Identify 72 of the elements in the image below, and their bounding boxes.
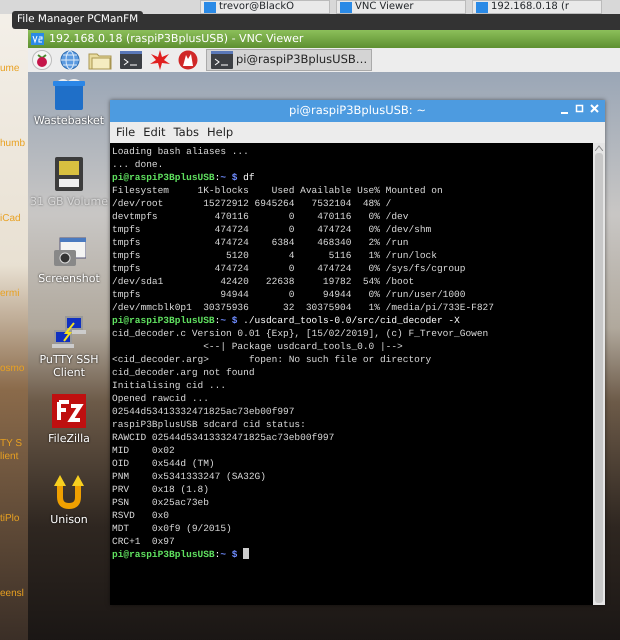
memory-card-icon[interactable] <box>55 157 83 191</box>
window-title: pi@raspiP3BplusUSB: ~ <box>289 102 426 120</box>
desktop-icon-label[interactable]: FileZilla <box>29 432 109 445</box>
desktop-icon-label: humb <box>0 137 26 150</box>
output-line: devtmpfs 470116 0 470116 0% /dev <box>112 210 410 223</box>
burst-icon[interactable] <box>150 50 170 70</box>
app-logo-icon <box>31 33 44 45</box>
close-icon[interactable] <box>590 103 599 115</box>
output-line: OID 0x544d (TM) <box>112 457 216 470</box>
output-line: /dev/sda1 42420 22638 19782 54% /boot <box>112 275 416 288</box>
terminal-icon <box>211 51 233 69</box>
scrollbar[interactable] <box>593 143 605 605</box>
filezilla-logo-icon[interactable] <box>52 394 86 428</box>
output-line: tmpfs 94944 0 94944 0% /run/user/1000 <box>112 288 466 301</box>
output-line: Initialising cid ... <box>112 379 228 392</box>
maximize-icon[interactable] <box>575 103 584 115</box>
scroll-up-icon[interactable] <box>595 145 603 151</box>
output-line: PSN 0x25ac73eb <box>112 496 210 509</box>
output-line: raspiP3BplusUSB sdcard cid status: <box>112 418 307 431</box>
desktop-icon-label: eensl <box>0 587 24 600</box>
scrollbar-thumb[interactable] <box>595 153 603 603</box>
menu-item[interactable]: Help <box>207 124 234 142</box>
u-arrows-icon[interactable] <box>54 473 84 509</box>
output-line: MID 0x02 <box>112 444 176 457</box>
desktop-icon-label: iCad <box>0 212 21 225</box>
networked-computers-icon[interactable] <box>52 315 86 349</box>
taskbar-button[interactable]: VNC Viewer <box>336 0 466 14</box>
output-line: PNM 0x5341333247 (SA32G) <box>112 470 267 483</box>
output-line: MDT 0x0f9 (9/2015) <box>112 522 233 535</box>
output-line: tmpfs 5120 4 5116 1% /run/lock <box>112 249 438 262</box>
raspberry-icon[interactable] <box>32 50 52 70</box>
desktop-icon-label: tiPlo <box>0 512 20 525</box>
prompt-line: pi@raspiP3BplusUSB:~ $ ./usdcard_tools-0.0/src/cid_decoder -X <box>112 314 461 327</box>
output-line: tmpfs 474724 0 474724 0% /dev/shm <box>112 223 432 236</box>
trash-icon[interactable] <box>52 78 86 110</box>
output-line: tmpfs 474724 6384 468340 2% /run <box>112 236 410 249</box>
desktop-icon-label: ume <box>0 62 20 75</box>
menu-item[interactable]: Tabs <box>174 124 199 142</box>
output-line: PRV 0x18 (1.8) <box>112 483 210 496</box>
output-line: Filesystem 1K-blocks Used Available Use% Mounted on <box>112 184 444 197</box>
desktop-icon-label: ermi <box>0 287 20 300</box>
output-line: cid_decoder.c Version 0.01 {Exp}, [15/02/2019], (c) F_Trevor_Gowen <box>112 327 490 340</box>
output-line: cid_decoder.arg not found <box>112 366 256 379</box>
output-line: Opened rawcid ... <box>112 392 210 405</box>
menu-item[interactable]: Edit <box>143 124 166 142</box>
desktop-icon-label[interactable]: PuTTY SSH Client <box>29 353 109 379</box>
output-line: RAWCID 02544d53413332471825ac73eb00f997 <box>112 431 336 444</box>
window-title: 192.168.0.18 (raspiP3BplusUSB) - VNC Viewer <box>49 30 304 47</box>
globe-icon[interactable] <box>60 50 80 70</box>
taskbar-button[interactable]: 192.168.0.18 (r <box>472 0 602 14</box>
output-line: /dev/root 15272912 6945264 7532104 48% / <box>112 197 392 210</box>
output-line: <--| Package usdcard_tools_0.0 |--> <box>202 340 404 353</box>
screenshot-icon[interactable] <box>52 236 86 268</box>
prompt-line: pi@raspiP3BplusUSB:~ $ <box>112 548 591 561</box>
desktop-icon-label: osmo <box>0 362 24 375</box>
tooltip: File Manager PCManFM <box>12 11 144 29</box>
desktop-icon-label: TY S lient <box>0 437 22 463</box>
terminal-icon[interactable] <box>120 51 142 69</box>
output-line: RSVD 0x0 <box>112 509 170 522</box>
output-line: <cid_decoder.arg> fopen: No such file or directory <box>112 353 432 366</box>
output-line: Loading bash aliases ... <box>112 145 250 158</box>
taskbar-button[interactable]: pi@raspiP3BplusUSB… <box>206 49 372 71</box>
prompt-line: pi@raspiP3BplusUSB:~ $ df <box>112 171 256 184</box>
output-line: CRC+1 0x97 <box>112 535 176 548</box>
output-line: 02544d53413332471825ac73eb00f997 <box>112 405 296 418</box>
output-line: ... done. <box>112 158 164 171</box>
desktop-icon-label[interactable]: Unison <box>29 513 109 526</box>
output-line: tmpfs 474724 0 474724 0% /sys/fs/cgroup <box>112 262 466 275</box>
wolf-icon[interactable] <box>178 50 198 70</box>
taskbar-button[interactable]: trevor@BlackO <box>200 0 330 14</box>
output-line: /dev/mmcblk0p1 30375936 32 30375904 1% /media/pi/733E-F827 <box>112 301 495 314</box>
menu-item[interactable]: File <box>116 124 136 142</box>
